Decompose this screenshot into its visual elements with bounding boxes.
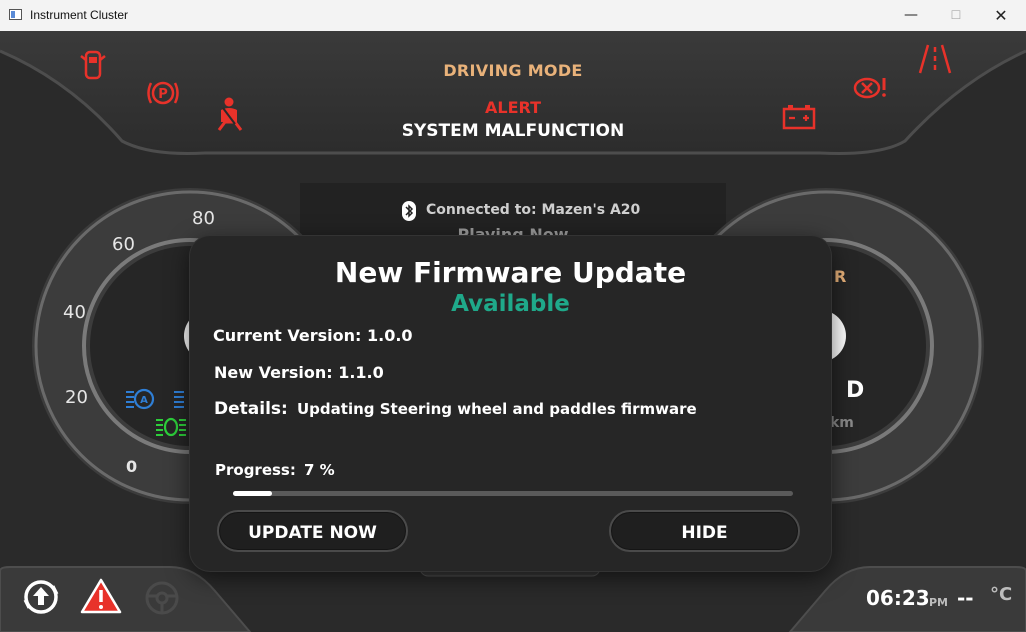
svg-text:A: A [140, 395, 148, 406]
update-sync-icon[interactable] [22, 578, 60, 616]
hide-button[interactable]: HIDE [609, 510, 800, 552]
temperature-unit: °C [990, 584, 1013, 605]
progress-value: 7 % [304, 461, 335, 479]
range-unit: km [830, 415, 854, 431]
dialog-title: New Firmware Update [334, 256, 687, 289]
clock-ampm: PM [929, 596, 949, 609]
progress-label: Progress: [215, 461, 296, 479]
maximize-button[interactable]: ☐ [933, 0, 979, 31]
close-button[interactable]: ✕ [978, 0, 1024, 31]
bluetooth-connected-text: Connected to: Mazen's A20 [426, 202, 641, 218]
title-bar: Instrument Cluster — ☐ ✕ [0, 0, 1026, 32]
system-malfunction-label: SYSTEM MALFUNCTION [401, 121, 625, 141]
bluetooth-icon [402, 201, 416, 221]
alert-label: ALERT [484, 98, 542, 117]
high-beam-icon [174, 391, 184, 408]
current-version: Current Version: 1.0.0 [213, 326, 413, 345]
temperature-value: -- [957, 586, 974, 610]
speed-tick-80: 80 [192, 208, 215, 229]
current-gear: D [846, 378, 865, 403]
speed-tick-20: 20 [65, 387, 88, 408]
hazard-triangle-icon[interactable] [80, 578, 122, 614]
steering-icon [145, 581, 179, 615]
new-version: New Version: 1.1.0 [214, 363, 384, 382]
details-label: Details: [214, 399, 288, 419]
firmware-update-dialog: New Firmware Update Available Current Ve… [190, 236, 831, 571]
update-now-button[interactable]: UPDATE NOW [217, 510, 408, 552]
gear-indicator-fragment: R [834, 267, 847, 286]
minimize-button[interactable]: — [888, 0, 934, 31]
window-title: Instrument Cluster [30, 8, 129, 22]
app-icon [9, 9, 22, 20]
progress-bar-fill [233, 491, 273, 496]
clock-time: 06:23 [866, 586, 930, 610]
progress-bar [233, 491, 793, 496]
driving-mode-label: DRIVING MODE [443, 61, 583, 80]
speed-tick-60: 60 [112, 234, 135, 255]
speed-tick-0: 0 [126, 457, 138, 476]
headlight-auto-icon: A [126, 388, 155, 410]
dialog-subtitle: Available [451, 291, 570, 317]
fog-light-icon [156, 417, 186, 437]
details-value: Updating Steering wheel and paddles firm… [297, 400, 697, 418]
speed-tick-40: 40 [63, 302, 86, 323]
